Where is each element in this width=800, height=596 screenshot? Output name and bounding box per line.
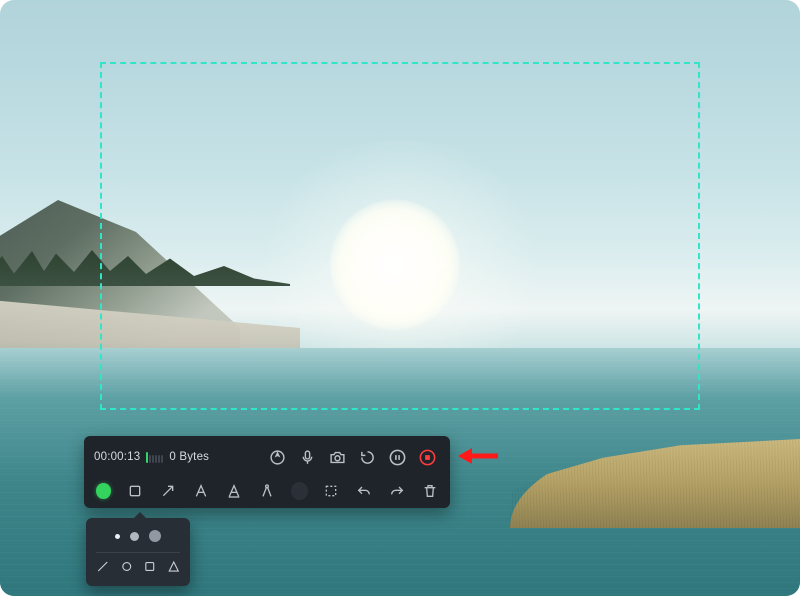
recorder-toolbar: 00:00:13 0 Bytes — [84, 436, 450, 508]
text-icon — [193, 483, 209, 499]
timer-text: 00:00:13 — [94, 451, 140, 463]
target-icon — [269, 449, 286, 466]
restart-icon — [359, 449, 376, 466]
stroke-options-popover — [86, 518, 190, 586]
redo-icon — [389, 483, 405, 499]
arrow-tool-button[interactable] — [158, 481, 177, 501]
text-tool-button[interactable] — [191, 481, 210, 501]
rectangle-tool-button[interactable] — [125, 481, 144, 501]
undo-icon — [356, 483, 372, 499]
microphone-icon — [299, 449, 316, 466]
pause-button[interactable] — [384, 444, 410, 470]
compass-tool-button[interactable] — [258, 481, 277, 501]
circle-shape-button[interactable] — [120, 559, 134, 574]
brush-color-button[interactable] — [291, 482, 308, 500]
pause-icon — [388, 448, 407, 467]
redo-button[interactable] — [388, 481, 407, 501]
microphone-button[interactable] — [294, 444, 320, 470]
delete-button[interactable] — [421, 481, 440, 501]
file-size-text: 0 Bytes — [169, 451, 209, 463]
highlighter-icon — [226, 483, 242, 499]
marquee-icon — [323, 483, 339, 499]
stroke-size-medium-button[interactable] — [130, 532, 139, 541]
cursor-highlight-button[interactable] — [264, 444, 290, 470]
camera-icon — [329, 449, 346, 466]
marquee-tool-button[interactable] — [322, 481, 341, 501]
arrow-icon — [160, 483, 176, 499]
line-shape-button[interactable] — [96, 559, 110, 574]
square-shape-button[interactable] — [143, 559, 157, 574]
capture-region[interactable] — [100, 62, 700, 410]
stop-icon — [418, 448, 437, 467]
stroke-size-options — [96, 526, 180, 546]
rectangle-icon — [127, 483, 143, 499]
divider — [96, 552, 180, 553]
stop-button[interactable] — [414, 444, 440, 470]
compass-icon — [259, 483, 275, 499]
screenshot-canvas: 00:00:13 0 Bytes — [0, 0, 800, 596]
snapshot-button[interactable] — [324, 444, 350, 470]
stroke-size-small-button[interactable] — [115, 534, 120, 539]
stroke-size-large-button[interactable] — [149, 530, 161, 542]
callout-arrow-icon — [458, 446, 498, 466]
color-picker-button[interactable] — [96, 483, 111, 499]
trash-icon — [422, 483, 438, 499]
restart-button[interactable] — [354, 444, 380, 470]
audio-level-meter-icon — [146, 451, 163, 463]
recorder-status: 00:00:13 0 Bytes — [94, 451, 209, 463]
highlighter-tool-button[interactable] — [224, 481, 243, 501]
shape-options — [96, 559, 180, 574]
triangle-shape-button[interactable] — [167, 559, 181, 574]
undo-button[interactable] — [355, 481, 374, 501]
